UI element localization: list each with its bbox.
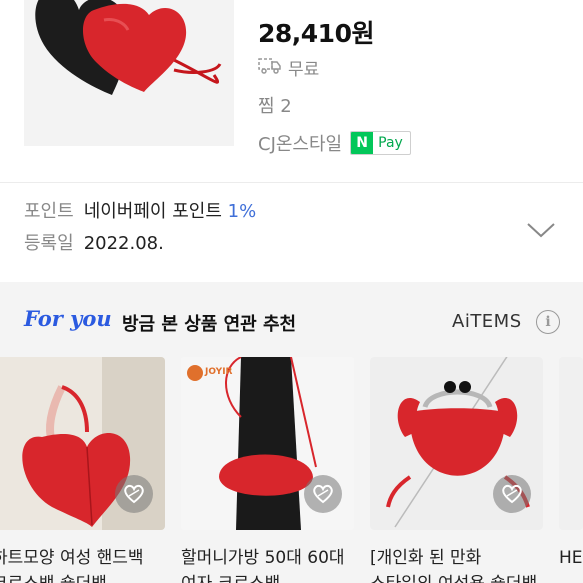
recommend-title: 방금 본 상품 연관 추천 [122,314,297,335]
point-value: 네이버페이 포인트 [83,201,222,222]
truck-icon [258,56,282,79]
divider [0,182,583,183]
wishlist-heart-icon[interactable] [304,475,342,513]
recommend-card[interactable]: HE [559,357,583,583]
for-you-logo: For you [24,306,112,331]
brand-logo-text: JOYIR [205,367,233,377]
recommend-header: For you 방금 본 상품 연관 추천 AiTEMS i [0,298,583,346]
card-title[interactable]: 할머니가방 50대 60대 여자 크로스백 [181,545,354,583]
date-label: 등록일 [24,233,74,254]
info-icon[interactable]: i [536,310,560,334]
card-image[interactable] [559,357,583,530]
point-percent: 1% [227,201,257,222]
card-title[interactable]: 하트모양 여성 핸드백 크로스백 숄더백 [0,545,165,583]
aitems-logo: AiTEMS [452,311,522,332]
npay-pay: Pay [378,135,403,151]
point-row: 포인트 네이버페이 포인트 1% [24,196,256,228]
card-title[interactable]: [개인화 된 만화 스타일의 여성용 숄더백 [370,545,543,583]
product-summary: 28,410원 무료 찜 2 CJ온스타일 N Pay [0,0,583,172]
seller-name[interactable]: CJ온스타일 [258,130,342,156]
npay-badge: N Pay [350,131,411,155]
price: 28,410원 [258,19,374,48]
card-title[interactable]: HE [559,545,583,583]
shipping-info: 무료 [258,55,319,80]
product-thumbnail[interactable] [24,0,234,146]
wishlist-heart-icon[interactable] [115,475,153,513]
point-label: 포인트 [24,201,74,222]
shipping-fee: 무료 [288,60,320,80]
date-value: 2022.08. [83,233,164,254]
product-details: 포인트 네이버페이 포인트 1% 등록일 2022.08. [24,196,256,260]
date-row: 등록일 2022.08. [24,228,256,260]
wishlist-heart-icon[interactable] [493,475,531,513]
seller-row: CJ온스타일 N Pay [258,130,411,156]
chevron-down-icon[interactable] [526,220,556,240]
brand-logo-icon [187,365,203,381]
zzim-count: 찜 2 [258,96,292,117]
npay-n: N [351,132,374,154]
